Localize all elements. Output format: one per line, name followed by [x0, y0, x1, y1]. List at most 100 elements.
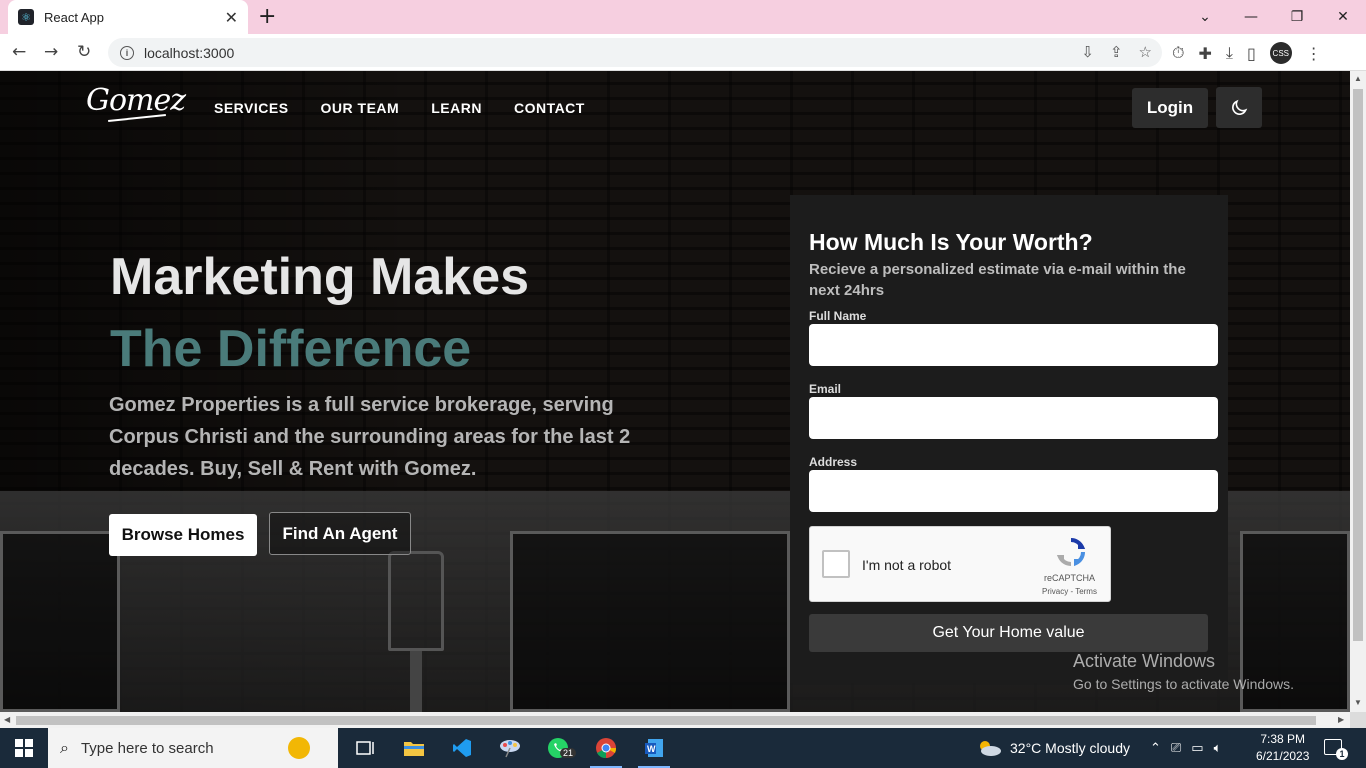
battery-icon[interactable]: ▭: [1191, 741, 1203, 756]
browse-homes-button[interactable]: Browse Homes: [109, 514, 257, 556]
paint-app-button[interactable]: [486, 728, 534, 768]
scroll-down-icon[interactable]: ▼: [1354, 698, 1362, 707]
weather-cloudy-icon[interactable]: [976, 739, 1002, 757]
reload-icon[interactable]: ↻: [77, 42, 91, 62]
vertical-scrollbar[interactable]: ▲ ▼: [1350, 71, 1366, 712]
scroll-left-icon[interactable]: ◀: [4, 715, 10, 724]
close-window-button[interactable]: ✕: [1320, 0, 1366, 34]
full-name-input[interactable]: [809, 324, 1218, 366]
vscode-icon: [453, 739, 471, 757]
nav-link-services[interactable]: SERVICES: [214, 100, 289, 116]
recaptcha-terms-link[interactable]: Privacy - Terms: [1042, 587, 1097, 596]
full-name-label: Full Name: [809, 309, 867, 323]
whatsapp-unread-badge: 21: [560, 748, 577, 758]
hero-description: Gomez Properties is a full service broke…: [109, 394, 631, 480]
address-bar[interactable]: i localhost:3000 ⇩ ⇪ ☆: [108, 38, 1162, 67]
hero-title-line1: Marketing Makes: [110, 248, 530, 306]
browser-tab[interactable]: ⚛ React App ✕: [8, 0, 248, 34]
taskbar-search[interactable]: ⌕ Type here to search: [48, 728, 338, 768]
clock-time: 7:38 PM: [1260, 732, 1306, 746]
search-highlight-sun-icon: [288, 737, 310, 759]
chrome-icon: [596, 738, 617, 759]
activate-windows-watermark: Activate Windows Go to Settings to activ…: [1073, 651, 1294, 692]
search-icon: ⌕: [60, 738, 69, 757]
extensions-puzzle-icon[interactable]: ✚: [1198, 44, 1211, 63]
react-favicon-icon: ⚛: [18, 9, 34, 25]
nav-link-contact[interactable]: CONTACT: [514, 100, 585, 116]
browser-toolbar: ← → ↻ i localhost:3000 ⇩ ⇪ ☆ ⏱ ✚ ⤓ ▯ CSS…: [0, 34, 1366, 71]
lamp-post-image: [410, 651, 422, 712]
email-label: Email: [809, 382, 842, 396]
nav-link-learn[interactable]: LEARN: [431, 100, 482, 116]
recaptcha-brand: reCAPTCHA: [1044, 573, 1096, 583]
share-icon[interactable]: ⇪: [1110, 43, 1123, 61]
whatsapp-button[interactable]: 21: [534, 728, 582, 768]
file-explorer-button[interactable]: [390, 728, 438, 768]
browser-menu-icon[interactable]: ⋮: [1306, 44, 1322, 63]
extension-timer-icon[interactable]: ⏱: [1172, 43, 1184, 63]
notification-count-badge: 1: [1336, 748, 1348, 760]
form-subtitle: Recieve a personalized estimate via e-ma…: [809, 261, 1186, 299]
profile-avatar[interactable]: CSS: [1269, 42, 1292, 64]
recaptcha-checkbox[interactable]: [822, 550, 850, 578]
start-button[interactable]: [0, 728, 48, 768]
system-tray: 32°C Mostly cloudy ⌃ ⎚ ▭ 🔈︎: [976, 728, 1221, 768]
paint-app-icon: [500, 740, 520, 758]
bookmark-star-icon[interactable]: ☆: [1139, 43, 1152, 61]
activate-windows-hint: Go to Settings to activate Windows.: [1073, 676, 1294, 692]
weather-text[interactable]: 32°C Mostly cloudy: [1010, 740, 1130, 756]
scrollbar-corner: [1350, 712, 1366, 728]
login-button[interactable]: Login: [1132, 88, 1208, 128]
tab-search-icon[interactable]: ⌄: [1182, 0, 1228, 34]
word-button[interactable]: W: [630, 728, 678, 768]
dark-mode-toggle[interactable]: [1216, 87, 1262, 128]
get-home-value-button[interactable]: Get Your Home value: [809, 614, 1208, 652]
minimize-button[interactable]: —: [1228, 0, 1274, 34]
taskbar-clock[interactable]: 7:38 PM 6/21/2023: [1256, 731, 1309, 765]
window-controls: ⌄ — ❐ ✕: [1182, 0, 1366, 34]
recaptcha-widget: I'm not a robot reCAPTCHA Privacy - Term…: [809, 526, 1111, 602]
taskbar-search-placeholder: Type here to search: [80, 739, 214, 757]
vscode-button[interactable]: [438, 728, 486, 768]
gomez-logo[interactable]: Gomez: [86, 83, 186, 118]
windows-logo-icon: [15, 739, 33, 757]
pinned-apps: 21 W: [342, 728, 678, 768]
address-input[interactable]: [809, 470, 1218, 512]
email-input[interactable]: [809, 397, 1218, 439]
volume-icon[interactable]: 🔈︎: [1214, 741, 1222, 756]
find-agent-button[interactable]: Find An Agent: [269, 512, 411, 555]
restore-button[interactable]: ❐: [1274, 0, 1320, 34]
scroll-right-icon[interactable]: ▶: [1338, 715, 1344, 724]
url-text[interactable]: localhost:3000: [144, 45, 234, 61]
recaptcha-logo-icon: [1056, 537, 1086, 567]
side-panel-icon[interactable]: ▯: [1247, 44, 1256, 63]
tab-title: React App: [44, 9, 104, 25]
close-tab-icon[interactable]: ✕: [225, 8, 238, 27]
task-view-button[interactable]: [342, 728, 390, 768]
horizontal-scrollbar[interactable]: ◀ ▶: [0, 712, 1350, 728]
home-value-form: How Much Is Your Worth? Recieve a person…: [790, 195, 1228, 683]
network-icon[interactable]: ⎚: [1171, 741, 1181, 756]
scroll-up-icon[interactable]: ▲: [1354, 74, 1362, 83]
install-app-icon[interactable]: ⇩: [1081, 43, 1094, 61]
vertical-scroll-thumb[interactable]: [1353, 89, 1363, 641]
activate-windows-title: Activate Windows: [1073, 651, 1216, 671]
windows-taskbar: ⌕ Type here to search 21 W 32°C Mostly c…: [0, 728, 1366, 768]
back-icon[interactable]: ←: [12, 42, 26, 62]
forward-icon[interactable]: →: [44, 42, 58, 62]
street-lamp-image: [388, 551, 444, 651]
nav-link-our-team[interactable]: OUR TEAM: [321, 100, 400, 116]
moon-icon: [1232, 99, 1248, 115]
show-hidden-icons-chevron-icon[interactable]: ⌃: [1150, 741, 1161, 756]
hero-title-line2: The Difference: [110, 320, 472, 378]
task-view-icon: [356, 741, 374, 755]
chrome-button[interactable]: [582, 728, 630, 768]
horizontal-scroll-thumb[interactable]: [16, 716, 1316, 725]
word-icon: W: [645, 739, 663, 757]
svg-text:W: W: [647, 744, 656, 754]
new-tab-button[interactable]: +: [258, 4, 276, 29]
browser-tab-strip: ⚛ React App ✕ + ⌄ — ❐ ✕: [0, 0, 1366, 34]
downloads-icon[interactable]: ⤓: [1226, 43, 1233, 63]
folder-icon: [404, 742, 424, 756]
site-info-icon[interactable]: i: [120, 45, 134, 60]
